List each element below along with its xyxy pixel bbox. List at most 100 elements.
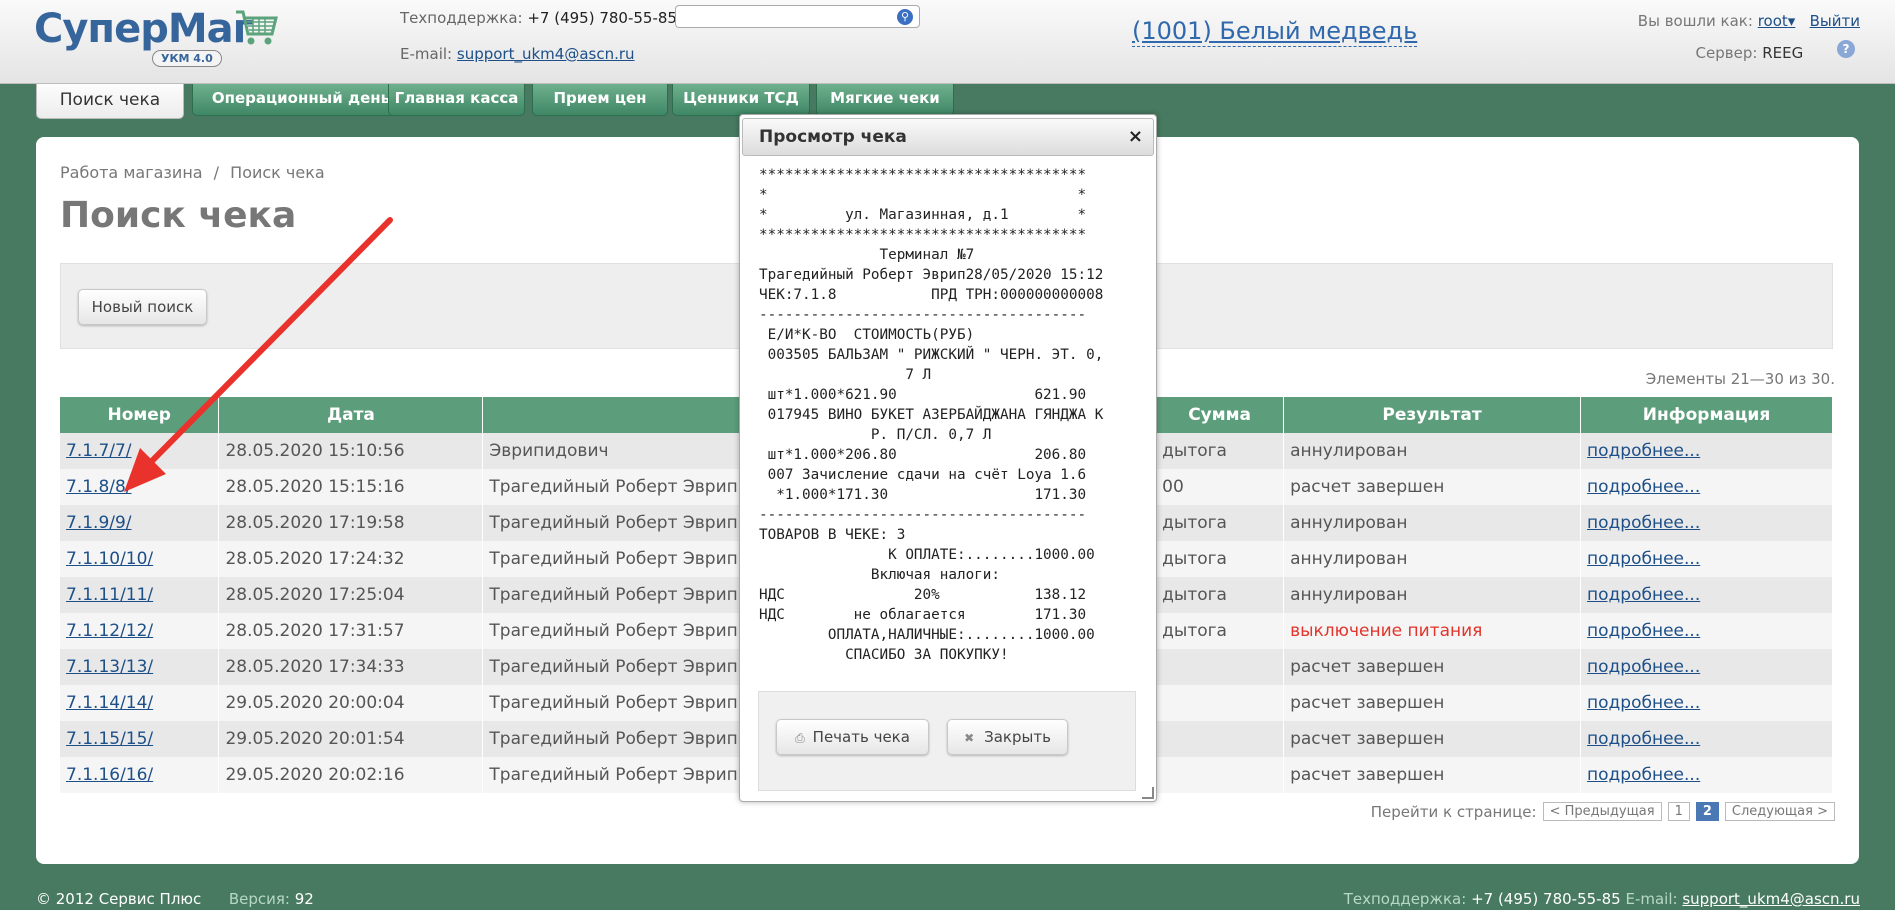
version-label: Версия: (228, 890, 290, 908)
receipt-result: аннулирован (1283, 577, 1582, 613)
server-label: Сервер: (1695, 44, 1758, 62)
logged-in-label: Вы вошли как: (1637, 12, 1753, 30)
version-badge: УКМ 4.0 (152, 50, 222, 67)
tab-price-receive[interactable]: Прием цен (532, 84, 668, 116)
print-receipt-label: Печать чека (812, 728, 910, 746)
col-result[interactable]: Результат (1283, 397, 1582, 433)
breadcrumb-current: Поиск чека (230, 163, 325, 182)
receipt-sum: дытога (1155, 541, 1285, 577)
details-link[interactable]: подробнее... (1587, 549, 1700, 569)
version-value: 92 (294, 890, 314, 908)
details-link[interactable]: подробнее... (1587, 441, 1700, 461)
receipt-number-link[interactable]: 7.1.15/15/ (66, 729, 153, 749)
col-number[interactable]: Номер (60, 397, 220, 433)
receipt-number-link[interactable]: 7.1.7/7/ (66, 441, 132, 461)
receipt-number-link[interactable]: 7.1.10/10/ (66, 549, 153, 569)
receipt-date: 28.05.2020 17:24:32 (218, 541, 484, 577)
next-page-button[interactable]: Следующая > (1724, 802, 1835, 821)
col-info[interactable]: Информация (1580, 397, 1833, 433)
breadcrumb-separator: / (213, 163, 220, 182)
details-link[interactable]: подробнее... (1587, 729, 1700, 749)
app-header: СуперМаг УКМ 4.0 Техподдержка: +7 (495) … (0, 0, 1895, 84)
x-icon: ✖ (964, 731, 975, 745)
help-icon[interactable]: ? (1837, 40, 1855, 58)
receipt-date: 28.05.2020 17:25:04 (218, 577, 484, 613)
receipt-number-link[interactable]: 7.1.16/16/ (66, 765, 153, 785)
breadcrumb-root[interactable]: Работа магазина (60, 163, 203, 182)
receipt-number-link[interactable]: 7.1.9/9/ (66, 513, 132, 533)
tab-operational-day[interactable]: Операционный день (192, 84, 410, 116)
details-link[interactable]: подробнее... (1587, 765, 1700, 785)
receipt-result: расчет завершен (1283, 685, 1582, 721)
details-link[interactable]: подробнее... (1587, 477, 1700, 497)
login-info: Вы вошли как: root▾ Выйти Сервер: REEG (1638, 10, 1860, 64)
receipt-sum: дытога (1155, 505, 1285, 541)
receipt-date: 29.05.2020 20:00:04 (218, 685, 484, 721)
server-name: REEG (1762, 44, 1804, 62)
receipt-result: выключение питания (1283, 613, 1582, 649)
receipt-number-link[interactable]: 7.1.14/14/ (66, 693, 153, 713)
close-dialog-button[interactable]: ✖ Закрыть (947, 719, 1068, 755)
details-link[interactable]: подробнее... (1587, 585, 1700, 605)
receipt-dialog: Просмотр чека × ************************… (739, 114, 1157, 802)
receipt-date: 28.05.2020 15:15:16 (218, 469, 484, 505)
tab-receipt-search[interactable]: Поиск чека (36, 84, 184, 119)
copyright: © 2012 Сервис Плюс (36, 890, 202, 908)
support-info: Техподдержка: +7 (495) 780-55-85 E-mail:… (400, 8, 677, 63)
receipt-result: аннулирован (1283, 433, 1582, 469)
items-count: Элементы 21—30 из 30. (1645, 370, 1835, 388)
search-icon[interactable]: ⚲ (897, 9, 913, 25)
receipt-date: 28.05.2020 17:19:58 (218, 505, 484, 541)
pagination-label: Перейти к странице: (1370, 802, 1537, 821)
receipt-sum: дытога (1155, 577, 1285, 613)
page-2-button[interactable]: 2 (1695, 802, 1719, 821)
dialog-footer: ⎙ Печать чека ✖ Закрыть (758, 691, 1136, 791)
print-receipt-button[interactable]: ⎙ Печать чека (776, 719, 929, 755)
footer-phone: +7 (495) 780-55-85 (1471, 890, 1621, 908)
receipt-number-link[interactable]: 7.1.13/13/ (66, 657, 153, 677)
receipt-result: расчет завершен (1283, 649, 1582, 685)
support-email-link[interactable]: support_ukm4@ascn.ru (457, 45, 635, 63)
pagination: Перейти к странице: < Предыдущая 1 2 Сле… (1371, 802, 1835, 821)
col-sum[interactable]: Сумма (1155, 397, 1285, 433)
dialog-titlebar[interactable]: Просмотр чека × (742, 118, 1154, 156)
new-search-button[interactable]: Новый поиск (78, 289, 207, 325)
email-label: E-mail: (400, 45, 453, 63)
user-menu[interactable]: root▾ (1758, 12, 1796, 30)
footer-email-link[interactable]: support_ukm4@ascn.ru (1682, 890, 1860, 908)
details-link[interactable]: подробнее... (1587, 693, 1700, 713)
search-input[interactable]: ⚲ (675, 5, 920, 28)
receipt-date: 28.05.2020 17:34:33 (218, 649, 484, 685)
receipt-date: 29.05.2020 20:01:54 (218, 721, 484, 757)
footer-right: Техподдержка: +7 (495) 780-55-85 E-mail:… (1344, 890, 1860, 908)
receipt-result: расчет завершен (1283, 469, 1582, 505)
receipt-sum (1155, 757, 1285, 793)
page-1-button[interactable]: 1 (1667, 802, 1690, 821)
logo[interactable]: СуперМаг УКМ 4.0 (34, 4, 284, 72)
receipt-text: ************************************** *… (759, 167, 1104, 663)
receipt-sum (1155, 685, 1285, 721)
details-link[interactable]: подробнее... (1587, 657, 1700, 677)
tab-main-cashbox[interactable]: Главная касса (388, 84, 525, 116)
receipt-sum: 00 (1155, 469, 1285, 505)
details-link[interactable]: подробнее... (1587, 621, 1700, 641)
store-selector[interactable]: (1001) Белый медведь (1132, 16, 1418, 47)
receipt-number-link[interactable]: 7.1.11/11/ (66, 585, 153, 605)
resize-handle[interactable] (1142, 787, 1154, 799)
footer-left: © 2012 Сервис Плюс Версия: 92 (36, 890, 314, 908)
receipt-date: 28.05.2020 17:31:57 (218, 613, 484, 649)
receipt-number-link[interactable]: 7.1.12/12/ (66, 621, 153, 641)
tab-soft-receipts[interactable]: Мягкие чеки (816, 84, 954, 116)
receipt-date: 28.05.2020 15:10:56 (218, 433, 484, 469)
receipt-date: 29.05.2020 20:02:16 (218, 757, 484, 793)
logout-link[interactable]: Выйти (1810, 12, 1860, 30)
close-icon[interactable]: × (1128, 119, 1143, 155)
details-link[interactable]: подробнее... (1587, 513, 1700, 533)
receipt-sum: дытога (1155, 613, 1285, 649)
prev-page-button[interactable]: < Предыдущая (1542, 802, 1662, 821)
cart-icon (236, 10, 278, 45)
col-date[interactable]: Дата (218, 397, 484, 433)
receipt-number-link[interactable]: 7.1.8/8/ (66, 477, 132, 497)
tab-price-tags[interactable]: Ценники ТСД (672, 84, 810, 116)
breadcrumb: Работа магазина / Поиск чека (60, 163, 325, 182)
